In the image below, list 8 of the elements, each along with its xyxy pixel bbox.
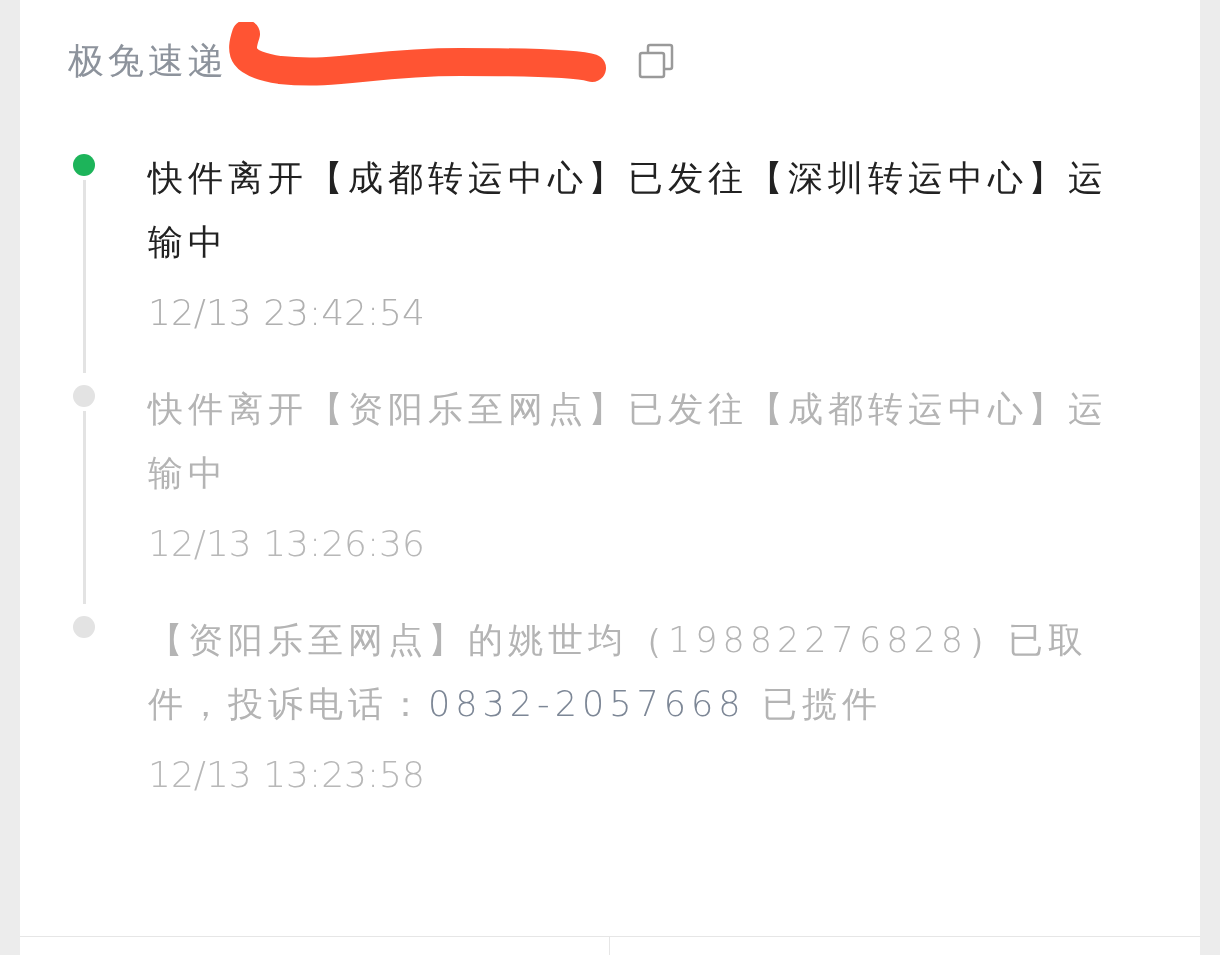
event-description: 快件离开【资阳乐至网点】已发往【成都转运中心】运输中: [148, 388, 1109, 495]
phone-link[interactable]: 0832-2057668: [428, 684, 746, 724]
carrier-name: 极兔速递: [68, 38, 228, 83]
event-time: 12/13 13:23:58: [148, 754, 426, 795]
event-description: 【资阳乐至网点】的姚世均（19882276828）已取件，投诉电话：0832-2057668 已揽件: [148, 619, 1089, 726]
event-time: 12/13 23:42:54: [148, 292, 426, 333]
event-time: 12/13 13:26:36: [148, 523, 426, 564]
event-description: 快件离开【成都转运中心】已发往【深圳转运中心】运输中: [148, 157, 1109, 264]
